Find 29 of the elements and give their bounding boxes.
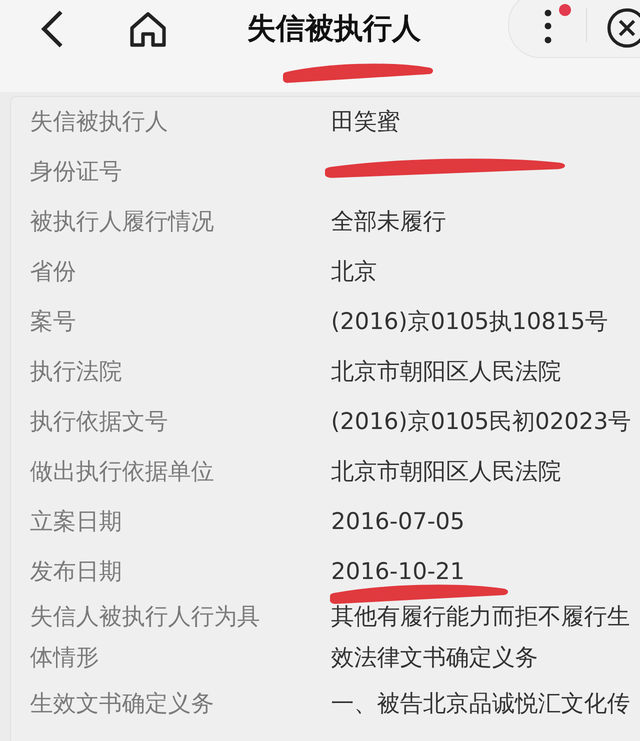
home-icon[interactable] xyxy=(128,10,168,48)
field-value: (2016)京0105民初02023号 xyxy=(331,408,632,437)
back-icon[interactable] xyxy=(40,9,64,49)
field-label: 做出执行依据单位 xyxy=(30,458,215,487)
field-value: 北京市朝阳区人民法院 xyxy=(331,458,561,487)
field-label: 执行法院 xyxy=(30,358,123,387)
field-label: 省份 xyxy=(30,258,77,287)
field-value: 全部未履行 xyxy=(331,208,446,237)
field-value: 2016-10-21 xyxy=(331,558,465,587)
field-value: 田笑蜜 xyxy=(331,108,400,137)
field-label: 案号 xyxy=(30,308,77,337)
field-label: 立案日期 xyxy=(30,508,123,537)
field-label: 生效文书确定义务 xyxy=(30,690,215,719)
field-value: 2016-07-05 xyxy=(331,508,465,537)
field-value: 效法律文书确定义务 xyxy=(331,644,539,673)
field-value: (2016)京0105执10815号 xyxy=(331,308,608,337)
field-label: 身份证号 xyxy=(30,158,123,187)
field-label: 失信人被执行人行为具 xyxy=(30,603,261,632)
field-value: 其他有履行能力而拒不履行生 xyxy=(331,603,630,632)
field-value: 北京 xyxy=(331,258,377,287)
field-label: 执行依据文号 xyxy=(30,408,169,437)
field-label: 失信被执行人 xyxy=(30,108,169,137)
field-label: 被执行人履行情况 xyxy=(30,208,215,237)
close-icon[interactable] xyxy=(606,7,640,49)
field-value: 北京市朝阳区人民法院 xyxy=(331,358,561,387)
field-value: 一、被告北京品诚悦汇文化传 xyxy=(331,690,630,719)
page-title: 失信被执行人 xyxy=(247,10,421,47)
field-label: 发布日期 xyxy=(30,558,123,587)
field-label: 体情形 xyxy=(30,644,100,673)
